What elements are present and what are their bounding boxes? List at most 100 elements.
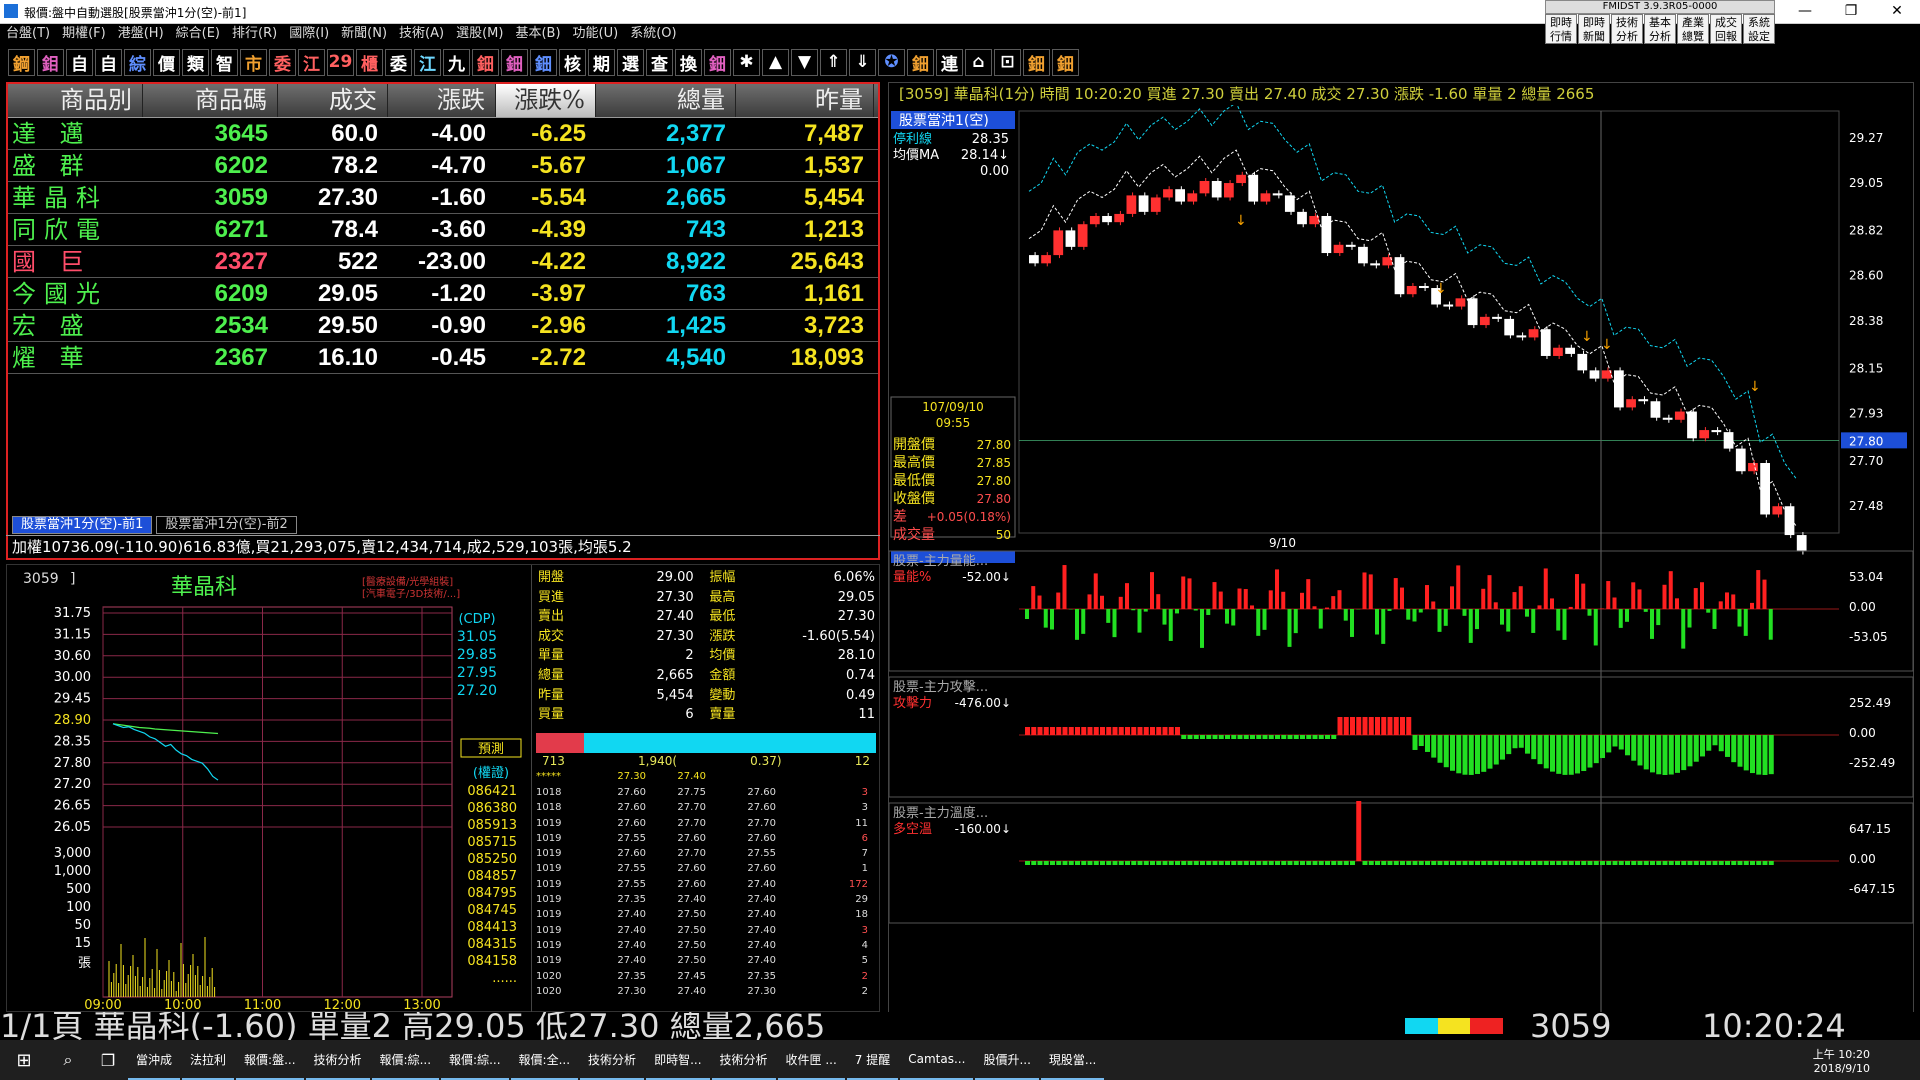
intraday-chart[interactable]: 31.75 31.15 30.60 30.00 29.45 28.90 28.35 27.80…	[7, 597, 532, 1013]
menu-item-5[interactable]: 國際(I)	[283, 24, 335, 44]
toolbar-button-17[interactable]: 鈿	[501, 48, 528, 76]
warrant-item[interactable]: 086421	[467, 784, 517, 799]
menu-item-4[interactable]: 排行(R)	[226, 24, 283, 44]
toolbar-button-0[interactable]: 鋼	[8, 48, 35, 76]
minimize-button[interactable]: —	[1782, 0, 1828, 22]
quick-button-6[interactable]: 系統設定	[1743, 14, 1775, 44]
taskbar-item-13[interactable]: 股價升...	[975, 1040, 1039, 1080]
toolbar-button-8[interactable]: 市	[240, 48, 267, 76]
toolbar-button-5[interactable]: 價	[153, 48, 180, 76]
taskbar-item-5[interactable]: 報價:綜...	[441, 1040, 509, 1080]
toolbar-button-6[interactable]: 類	[182, 48, 209, 76]
warrant-item[interactable]: ......	[492, 971, 517, 986]
quick-button-5[interactable]: 成交回報	[1710, 14, 1742, 44]
taskbar-item-14[interactable]: 現股當...	[1040, 1040, 1105, 1080]
toolbar-button-20[interactable]: 期	[588, 48, 615, 76]
taskbar-item-8[interactable]: 即時智...	[646, 1040, 710, 1080]
toolbar-button-4[interactable]: 綜	[124, 48, 151, 76]
rank-row[interactable]: 同欣電 6271 78.4 -3.60 -4.39 743 1,213	[8, 214, 878, 246]
quick-button-4[interactable]: 產業總覽	[1677, 14, 1709, 44]
toolbar-button-24[interactable]: 鈿	[704, 48, 731, 76]
toolbar-button-26[interactable]: ▲	[762, 48, 789, 76]
warrant-item[interactable]: 084857	[467, 869, 517, 884]
search-icon[interactable]: ⌕	[48, 1050, 88, 1070]
menu-item-9[interactable]: 基本(B)	[509, 24, 566, 44]
rank-header-0[interactable]: 商品別	[8, 84, 143, 117]
menu-item-7[interactable]: 技術(A)	[393, 24, 450, 44]
quick-button-0[interactable]: 即時行情	[1545, 14, 1577, 44]
toolbar-button-32[interactable]: 連	[936, 48, 963, 76]
restore-button[interactable]: ❐	[1828, 0, 1874, 22]
toolbar-button-11[interactable]: 29	[327, 48, 354, 76]
warrant-item[interactable]: 084158	[467, 954, 517, 969]
toolbar-button-27[interactable]: ▼	[791, 48, 818, 76]
toolbar-button-28[interactable]: ⇑	[820, 48, 847, 76]
taskbar-item-9[interactable]: 技術分析	[711, 1040, 776, 1080]
taskbar-item-3[interactable]: 技術分析	[305, 1040, 370, 1080]
rank-row[interactable]: 盛 群 6202 78.2 -4.70 -5.67 1,067 1,537	[8, 150, 878, 182]
rank-row[interactable]: 宏 盛 2534 29.50 -0.90 -2.96 1,425 3,723	[8, 310, 878, 342]
rank-header-5[interactable]: 總量	[596, 84, 736, 117]
toolbar-button-19[interactable]: 核	[559, 48, 586, 76]
toolbar-button-7[interactable]: 智	[211, 48, 238, 76]
taskbar-item-2[interactable]: 報價:盤...	[236, 1040, 304, 1080]
rank-row[interactable]: 達 邁 3645 60.0 -4.00 -6.25 2,377 7,487	[8, 118, 878, 150]
menu-item-8[interactable]: 選股(M)	[450, 24, 509, 44]
rank-row[interactable]: 今國光 6209 29.05 -1.20 -3.97 763 1,161	[8, 278, 878, 310]
toolbar-button-29[interactable]: ⇓	[849, 48, 876, 76]
toolbar-button-9[interactable]: 委	[269, 48, 296, 76]
task-view-icon[interactable]: ❐	[88, 1051, 128, 1070]
taskbar-item-12[interactable]: Camtas...	[900, 1040, 974, 1080]
taskbar-item-6[interactable]: 報價:全...	[510, 1040, 579, 1080]
toolbar-button-36[interactable]: 鈿	[1052, 48, 1079, 76]
toolbar-button-12[interactable]: 櫃	[356, 48, 383, 76]
rank-tab-1[interactable]: 股票當沖1分(空)-前2	[156, 516, 297, 534]
toolbar-button-35[interactable]: 鈿	[1023, 48, 1050, 76]
menu-item-1[interactable]: 期權(F)	[56, 24, 112, 44]
menu-item-0[interactable]: 台盤(T)	[0, 24, 56, 44]
taskbar-item-10[interactable]: 收件匣 ...	[777, 1040, 845, 1080]
warrant-item[interactable]: 084745	[467, 903, 517, 918]
toolbar-button-23[interactable]: 換	[675, 48, 702, 76]
toolbar-button-13[interactable]: 委	[385, 48, 412, 76]
menu-item-10[interactable]: 功能(U)	[567, 24, 625, 44]
rank-header-4[interactable]: 漲跌%	[496, 84, 596, 117]
quick-button-2[interactable]: 技術分析	[1611, 14, 1643, 44]
warrant-item[interactable]: 085715	[467, 835, 517, 850]
warrant-item[interactable]: 084315	[467, 937, 517, 952]
taskbar-item-11[interactable]: 7 提醒	[846, 1040, 899, 1080]
taskbar-item-4[interactable]: 報價:綜...	[371, 1040, 440, 1080]
menu-item-2[interactable]: 港盤(H)	[112, 24, 170, 44]
windows-start-icon[interactable]: ⊞	[0, 1050, 48, 1071]
toolbar-button-34[interactable]: ⊡	[994, 48, 1021, 76]
taskbar-item-7[interactable]: 技術分析	[580, 1040, 645, 1080]
rank-row[interactable]: 燿 華 2367 16.10 -0.45 -2.72 4,540 18,093	[8, 342, 878, 374]
taskbar-item-0[interactable]: 當沖成	[128, 1040, 181, 1080]
predict-button[interactable]: 預測	[478, 742, 504, 757]
warrant-item[interactable]: 084795	[467, 886, 517, 901]
toolbar-button-16[interactable]: 鈿	[472, 48, 499, 76]
rank-row[interactable]: 國 巨 2327 522 -23.00 -4.22 8,922 25,643	[8, 246, 878, 278]
toolbar-button-3[interactable]: 自	[95, 48, 122, 76]
toolbar-button-18[interactable]: 鈿	[530, 48, 557, 76]
rank-tab-0[interactable]: 股票當沖1分(空)-前1	[12, 516, 153, 534]
rank-header-6[interactable]: 昨量	[736, 84, 874, 117]
warrant-item[interactable]: 086380	[467, 801, 517, 816]
toolbar-button-15[interactable]: 九	[443, 48, 470, 76]
quick-button-3[interactable]: 基本分析	[1644, 14, 1676, 44]
warrant-item[interactable]: 084413	[467, 920, 517, 935]
toolbar-button-33[interactable]: ⌂	[965, 48, 992, 76]
toolbar-button-2[interactable]: 自	[66, 48, 93, 76]
toolbar-button-21[interactable]: 選	[617, 48, 644, 76]
menu-item-6[interactable]: 新聞(N)	[335, 24, 393, 44]
taskbar-item-1[interactable]: 法拉利	[182, 1040, 235, 1080]
panel-tag[interactable]: 股票當沖1(空)	[899, 113, 989, 129]
rank-row[interactable]: 華晶科 3059 27.30 -1.60 -5.54 2,665 5,454	[8, 182, 878, 214]
toolbar-button-30[interactable]: ✪	[878, 48, 905, 76]
rank-header-1[interactable]: 商品碼	[143, 84, 278, 117]
toolbar-button-14[interactable]: 江	[414, 48, 441, 76]
toolbar-button-1[interactable]: 鉬	[37, 48, 64, 76]
toolbar-button-25[interactable]: ✱	[733, 48, 760, 76]
toolbar-button-22[interactable]: 查	[646, 48, 673, 76]
toolbar-button-31[interactable]: 鈿	[907, 48, 934, 76]
